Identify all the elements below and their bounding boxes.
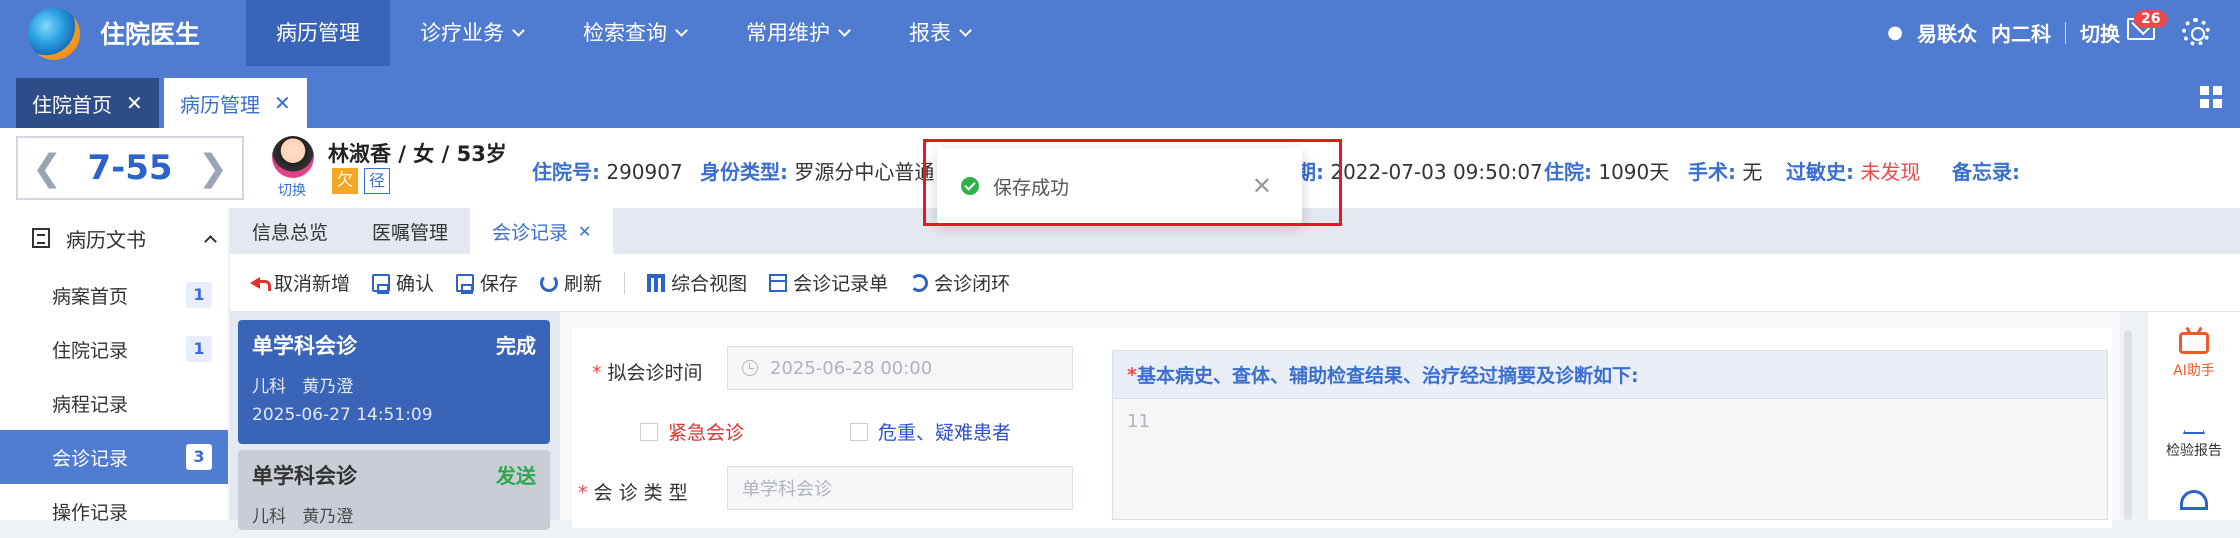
stay-days: 住院: 1090天 [1544,160,1670,184]
switch-patient-link[interactable]: 切换 [278,180,306,200]
type-label: * 会 诊 类 型 [578,482,688,504]
main-nav: 病历管理 诊疗业务 检索查询 常用维护 报表 [246,0,1000,66]
clock-icon [742,360,758,376]
chevron-down-icon [512,23,525,37]
document-sidebar: 病历文书 病案首页 1 住院记录 1 病程记录 会诊记录 3 操作记录 [0,208,228,524]
save-button[interactable]: 保存 [456,269,518,296]
previous-bed-arrow-icon[interactable]: ❮ [32,148,62,189]
user-icon: ● [1887,22,1903,43]
vital-signs-button[interactable] [2148,490,2240,510]
chevron-up-icon[interactable] [204,234,217,248]
divider [624,271,626,294]
undo-icon [250,274,271,292]
overview-button[interactable]: 综合视图 [647,269,747,296]
critical-patient-checkbox[interactable]: 危重、疑难患者 [850,418,1011,445]
status-badge: 完成 [496,334,536,358]
urgent-checkbox[interactable]: 紧急会诊 [640,418,744,445]
grid-menu-icon[interactable] [2200,86,2222,108]
admission-number: 住院号: 290907 [532,160,683,184]
identity-type: 身份类型: 罗源分中心普通 [700,160,935,184]
list-item[interactable]: 单学科会诊 发送 儿科 黄乃澄 [238,450,550,530]
document-icon [32,228,50,248]
sidebar-item-operation-record[interactable]: 操作记录 [0,484,228,538]
user-name[interactable]: 易联众 [1917,18,1977,47]
divider [2065,21,2066,44]
count-badge: 1 [186,336,212,362]
scrollbar[interactable] [2124,330,2132,520]
action-toolbar: 取消新增 确认 保存 刷新 综合视图 会诊记录单 会诊闭环 [230,254,2240,312]
close-icon[interactable]: ✕ [578,222,591,241]
highlight-box [923,139,1342,226]
bed-switcher: ❮ 7-55 ❯ [16,136,244,200]
save-icon [456,273,475,294]
medical-history-field[interactable]: * 基本病史、查体、辅助检查结果、治疗经过摘要及诊断如下: 11 [1112,350,2108,520]
count-badge: 1 [186,282,212,308]
bed-number: 7-55 [87,148,173,188]
tab-order-management[interactable]: 医嘱管理 [350,208,470,254]
top-navigation-bar: 住院医生 病历管理 诊疗业务 检索查询 常用维护 报表 ● 易联众 内二科 切换… [0,0,2240,66]
right-tool-rail: AI助手 检验报告 [2148,312,2240,520]
confirm-button[interactable]: 确认 [372,269,434,296]
close-icon[interactable]: ✕ [274,91,291,115]
form-icon [769,273,788,292]
consultation-record-list: 单学科会诊 发送 儿科 黄乃澄 单学科会诊 完成 儿科 黄乃澄 2025-06-27… [230,312,560,530]
memo[interactable]: 备忘录: [1952,156,2020,185]
cancel-new-button[interactable]: 取消新增 [250,269,350,296]
refresh-button[interactable]: 刷新 [540,269,602,296]
sidebar-item-progress-notes[interactable]: 病程记录 [0,376,228,430]
switch-dept-button[interactable]: 切换 [2080,18,2120,47]
patient-avatar[interactable] [272,136,314,178]
count-badge: 3 [186,444,212,470]
user-area: ● 易联众 内二科 切换 [1887,18,2120,47]
department: 内二科 [1991,22,2051,46]
tab-consultation-record[interactable]: 会诊记录 ✕ [470,208,614,254]
flask-icon [2183,408,2205,434]
loop-icon [910,273,929,292]
mail-count-badge: 26 [2134,10,2168,28]
tab-inpatient-home[interactable]: 住院首页 ✕ [16,78,159,128]
nav-item-maintenance[interactable]: 常用维护 [716,0,879,66]
refresh-icon [540,273,559,292]
allergy-history: 过敏史: 未发现 [1786,160,1921,184]
sidebar-item-case-front[interactable]: 病案首页 1 [0,268,228,322]
status-badge: 发送 [496,464,536,488]
list-item[interactable]: 单学科会诊 完成 儿科 黄乃澄 2025-06-27 14:51:09 [238,320,550,444]
nav-item-treatment[interactable]: 诊疗业务 [390,0,553,66]
close-icon[interactable]: ✕ [126,91,143,115]
time-label: * 拟会诊时间 [592,362,703,384]
surgery: 手术: 无 [1688,160,1763,184]
consultation-type-select[interactable]: 单学科会诊 [727,466,1073,510]
gear-icon[interactable] [2182,18,2210,46]
arrears-badge: 欠 [332,168,358,194]
history-label: * 基本病史、查体、辅助检查结果、治疗经过摘要及诊断如下: [1113,351,2107,399]
tab-medical-records[interactable]: 病历管理 ✕ [164,78,307,128]
nav-item-reports[interactable]: 报表 [879,0,1000,66]
hospital-logo [28,8,80,60]
sidebar-item-admission-record[interactable]: 住院记录 1 [0,322,228,376]
ai-assistant-button[interactable]: AI助手 [2148,332,2240,380]
robot-icon [2179,332,2209,354]
save-icon [372,273,391,294]
chevron-down-icon [959,23,972,37]
closed-loop-button[interactable]: 会诊闭环 [910,269,1010,296]
next-bed-arrow-icon[interactable]: ❯ [198,148,228,189]
tab-info-overview[interactable]: 信息总览 [230,208,350,254]
lab-report-button[interactable]: 检验报告 [2148,408,2240,460]
record-form-button[interactable]: 会诊记录单 [769,269,888,296]
nav-item-medical-records[interactable]: 病历管理 [246,0,390,66]
chevron-down-icon [675,23,688,37]
chevron-down-icon [838,23,851,37]
patient-name: 林淑香 / 女 / 53岁 [328,142,507,166]
table-icon [647,273,666,292]
page-tab-bar: 住院首页 ✕ 病历管理 ✕ [0,66,2240,128]
clinical-pathway-badge: 径 [364,168,390,194]
heart-icon [2180,490,2208,510]
history-text[interactable]: 11 [1113,399,2107,444]
sidebar-header[interactable]: 病历文书 [0,208,228,268]
consultation-time-input[interactable]: 2025-06-28 00:00 [727,346,1073,390]
app-name: 住院医生 [100,20,201,49]
sidebar-item-consultation[interactable]: 会诊记录 3 [0,430,228,484]
nav-item-search[interactable]: 检索查询 [553,0,716,66]
